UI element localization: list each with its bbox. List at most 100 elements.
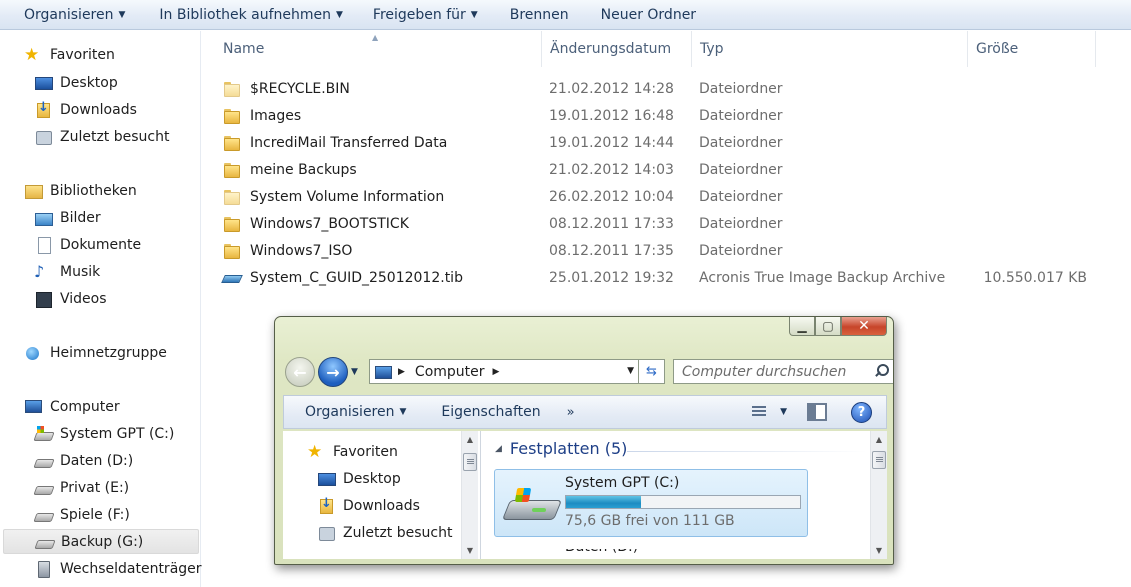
column-header-date[interactable]: Änderungsdatum — [542, 31, 692, 67]
file-type: Dateiordner — [699, 134, 783, 151]
forward-button[interactable]: → — [318, 357, 348, 387]
nav-documents[interactable]: Dokumente — [34, 232, 141, 257]
nav-drive-d[interactable]: Daten (D:) — [34, 448, 133, 473]
organize-label: Organisieren — [305, 404, 395, 420]
table-row[interactable]: Windows7_BOOTSTICK 08.12.2011 17:33 Date… — [215, 210, 1115, 237]
scroll-thumb[interactable] — [872, 451, 886, 469]
computer-explorer-window: ▁ ▢ ✕ ← → ▼ ▶ Computer ▶ ▼ ⇆ Computer du… — [274, 316, 894, 565]
include-in-library-button[interactable]: In Bibliothek aufnehmen ▼ — [145, 2, 357, 28]
table-row[interactable]: meine Backups 21.02.2012 14:03 Dateiordn… — [215, 156, 1115, 183]
nav-drive-f[interactable]: Spiele (F:) — [34, 502, 130, 527]
file-date: 19.01.2012 16:48 — [549, 107, 674, 124]
nav-desktop[interactable]: Desktop — [317, 466, 401, 491]
file-type: Dateiordner — [699, 107, 783, 124]
table-row[interactable]: Images 19.01.2012 16:48 Dateiordner — [215, 102, 1115, 129]
nav-recent[interactable]: Zuletzt besucht — [34, 124, 169, 149]
nav-favorites[interactable]: ★ Favoriten — [24, 42, 115, 67]
inner-navigation-pane: ★ Favoriten Desktop Downloads Zuletzt bes… — [283, 431, 481, 559]
file-size: 10.550.017 KB — [983, 269, 1087, 286]
arrow-left-icon: ← — [293, 362, 307, 382]
drive-usage-bar — [565, 495, 801, 509]
nav-drive-c[interactable]: System GPT (C:) — [34, 421, 174, 446]
drive-tile-c[interactable]: System GPT (C:) 75,6 GB frei von 111 GB — [494, 469, 808, 537]
folder-ghost-icon — [223, 189, 241, 205]
scroll-up-icon[interactable]: ▲ — [871, 431, 887, 448]
address-bar[interactable]: ▶ Computer ▶ ▼ — [369, 359, 639, 384]
nav-removable-drive[interactable]: Wechseldatenträger — [34, 556, 202, 581]
nav-downloads[interactable]: Downloads — [34, 97, 137, 122]
nav-libraries[interactable]: Bibliotheken — [24, 178, 137, 203]
share-label: Freigeben für — [372, 6, 466, 23]
downloads-icon — [317, 496, 335, 514]
nav-downloads[interactable]: Downloads — [317, 493, 420, 518]
more-commands-button[interactable]: » — [551, 405, 585, 420]
burn-button[interactable]: Brennen — [496, 2, 583, 28]
chevron-down-icon: ▼ — [336, 9, 343, 20]
scroll-up-icon[interactable]: ▲ — [462, 431, 478, 448]
share-with-button[interactable]: Freigeben für ▼ — [359, 2, 492, 28]
nav-label: Heimnetzgruppe — [50, 344, 167, 361]
maximize-button[interactable]: ▢ — [815, 317, 841, 336]
folder-icon — [223, 162, 241, 178]
breadcrumb-separator-icon[interactable]: ▶ — [493, 367, 500, 377]
file-name: $RECYCLE.BIN — [250, 80, 350, 97]
nav-computer[interactable]: Computer — [24, 394, 120, 419]
nav-music[interactable]: ♪ Musik — [34, 259, 100, 284]
nav-drive-g[interactable]: Backup (G:) — [3, 529, 199, 554]
content-scrollbar[interactable]: ▲ ▼ — [870, 431, 887, 559]
organize-button[interactable]: Organisieren ▼ — [10, 2, 139, 28]
table-row[interactable]: Windows7_ISO 08.12.2011 17:35 Dateiordne… — [215, 237, 1115, 264]
scroll-thumb[interactable] — [463, 453, 477, 471]
table-row[interactable]: System_C_GUID_25012012.tib 25.01.2012 19… — [215, 264, 1115, 291]
properties-button[interactable]: Eigenschaften — [416, 404, 550, 420]
table-row[interactable]: $RECYCLE.BIN 21.02.2012 14:28 Dateiordne… — [215, 75, 1115, 102]
breadcrumb-separator-icon[interactable]: ▶ — [398, 367, 405, 377]
nav-desktop[interactable]: Desktop — [34, 70, 118, 95]
group-divider — [627, 451, 867, 452]
new-folder-button[interactable]: Neuer Ordner — [587, 2, 710, 28]
nav-scrollbar[interactable]: ▲ ▼ — [461, 431, 478, 559]
organize-button[interactable]: Organisieren ▼ — [284, 404, 416, 420]
column-header-size[interactable]: Größe — [968, 31, 1096, 67]
nav-videos[interactable]: Videos — [34, 286, 107, 311]
nav-pictures[interactable]: Bilder — [34, 205, 101, 230]
breadcrumb-computer[interactable]: Computer — [415, 364, 485, 380]
nav-favorites[interactable]: ★ Favoriten — [307, 439, 398, 464]
help-icon: ? — [857, 404, 866, 420]
file-name: Images — [250, 107, 302, 124]
close-button[interactable]: ✕ — [841, 317, 887, 336]
nav-label: System GPT (C:) — [60, 425, 175, 442]
drive-tile-d-partial[interactable]: Daten (D:) — [565, 549, 638, 559]
nav-recent[interactable]: Zuletzt besucht — [317, 520, 452, 545]
address-dropdown-icon[interactable]: ▼ — [627, 366, 634, 376]
column-header-name[interactable]: Name — [215, 31, 542, 67]
nav-drive-e[interactable]: Privat (E:) — [34, 475, 129, 500]
refresh-button[interactable]: ⇆ — [639, 359, 665, 384]
help-button[interactable]: ? — [851, 401, 872, 423]
nav-label: Favoriten — [333, 443, 398, 460]
back-button[interactable]: ← — [285, 357, 315, 387]
search-input[interactable]: Computer durchsuchen — [673, 359, 893, 384]
computer-icon — [24, 399, 42, 415]
search-icon[interactable] — [874, 363, 889, 377]
table-row[interactable]: IncrediMail Transferred Data 19.01.2012 … — [215, 129, 1115, 156]
scroll-down-icon[interactable]: ▼ — [462, 542, 478, 559]
hard-drive-icon — [35, 534, 53, 550]
scroll-down-icon[interactable]: ▼ — [871, 542, 887, 559]
nav-homegroup[interactable]: Heimnetzgruppe — [24, 340, 167, 365]
file-name: System Volume Information — [250, 188, 445, 205]
videos-icon — [34, 291, 52, 308]
window-controls: ▁ ▢ ✕ — [789, 317, 887, 336]
nav-label: Computer — [50, 398, 120, 415]
column-header-type[interactable]: Typ — [692, 31, 968, 67]
group-header-hard-disks[interactable]: ◢ Festplatten (5) — [495, 439, 627, 458]
minimize-button[interactable]: ▁ — [789, 317, 815, 336]
table-row[interactable]: System Volume Information 26.02.2012 10:… — [215, 183, 1115, 210]
recent-pages-dropdown-icon[interactable]: ▼ — [351, 367, 358, 377]
preview-pane-icon[interactable] — [807, 403, 827, 421]
collapse-triangle-icon[interactable]: ◢ — [495, 444, 502, 454]
view-options-dropdown-icon[interactable]: ▼ — [780, 407, 787, 417]
change-view-icon[interactable] — [746, 402, 774, 422]
file-date: 08.12.2011 17:33 — [549, 215, 674, 232]
nav-label: Videos — [60, 290, 107, 307]
